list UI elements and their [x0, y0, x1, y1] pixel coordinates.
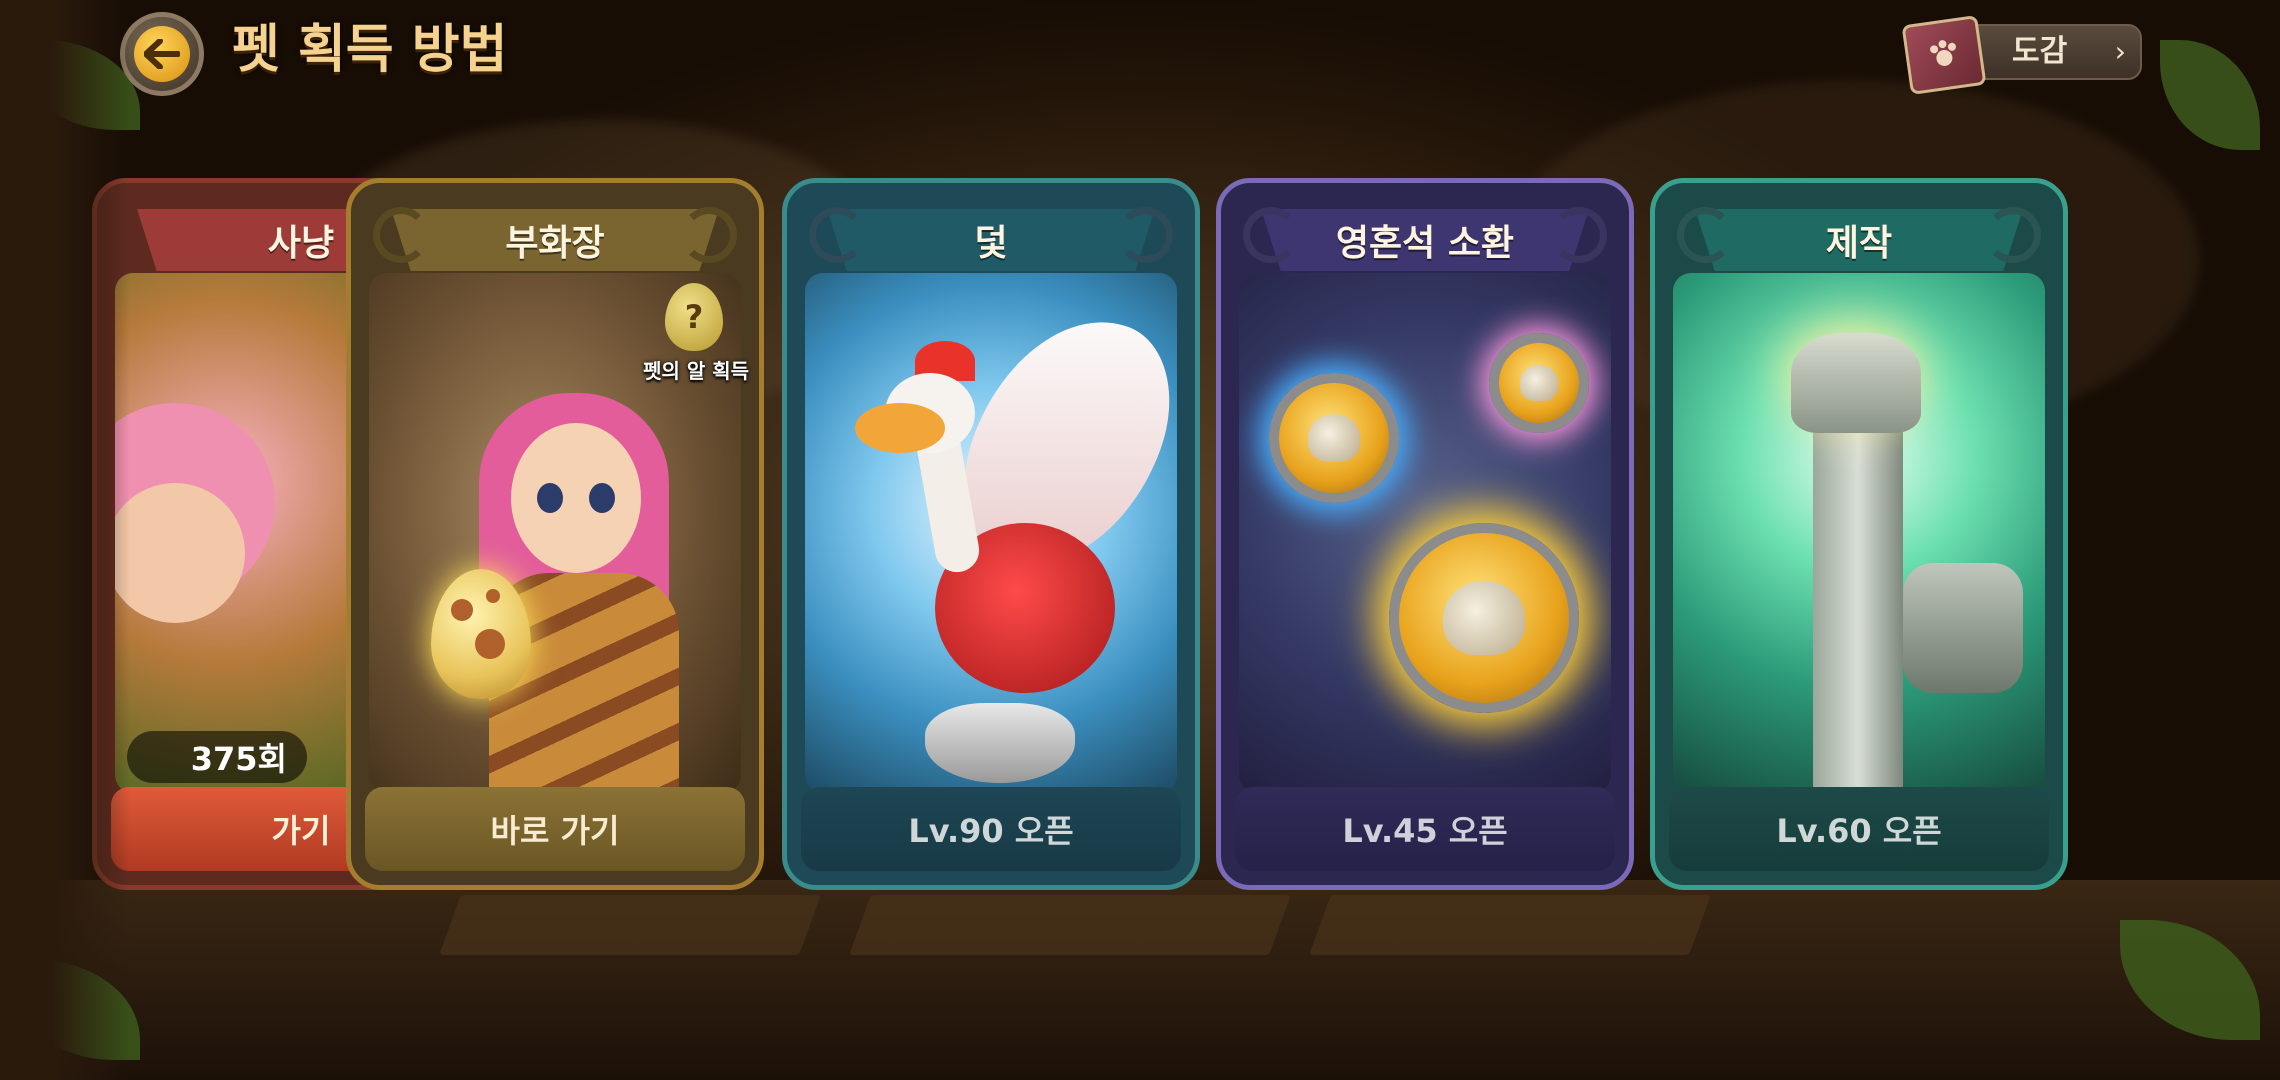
dino-emblem: [1307, 413, 1361, 463]
trap-art: [805, 273, 1177, 793]
card-title: 부화장: [505, 223, 605, 264]
floor-plank: [1309, 895, 1711, 955]
swirl-ornament-icon: [1985, 207, 2041, 263]
card-title: 사냥: [267, 223, 335, 264]
soulstone-coin: [1489, 333, 1589, 433]
card-title: 영혼석 소환: [1335, 223, 1515, 264]
swirl-ornament-icon: [1117, 207, 1173, 263]
dogam-label: 도감: [2012, 34, 2068, 69]
swirl-ornament-icon: [1243, 207, 1299, 263]
soulstone-art: [1239, 273, 1611, 793]
card-hatchery[interactable]: 부화장 ? 펫의 알 획득 바로 가기: [346, 178, 764, 890]
chevron-right-icon: ›: [2114, 35, 2126, 68]
statue-hand: [1791, 333, 1921, 433]
card-footer-button[interactable]: 바로 가기: [365, 787, 745, 871]
egg-shell: [925, 703, 1075, 783]
card-soulstone-summon[interactable]: 영혼석 소환 Lv.45 오픈: [1216, 178, 1634, 890]
card-banner: 부화장: [391, 209, 719, 271]
soulstone-coin: [1389, 523, 1579, 713]
card-footer-button[interactable]: Lv.90 오픈: [801, 787, 1181, 871]
hunt-count-badge: 375회: [127, 731, 307, 783]
floor-plank: [439, 895, 821, 955]
floor-plank: [849, 895, 1291, 955]
swirl-ornament-icon: [373, 207, 429, 263]
hatchery-art: [369, 273, 741, 793]
eye: [537, 483, 563, 513]
egg-spot: [486, 589, 500, 603]
card-title: 덫: [974, 223, 1008, 264]
card-title: 제작: [1825, 223, 1893, 264]
card-craft[interactable]: 제작 Lv.60 오픈: [1650, 178, 2068, 890]
card-banner: 영혼석 소환: [1261, 209, 1589, 271]
swirl-ornament-icon: [1677, 207, 1733, 263]
dogam-button[interactable]: 도감 ›: [1901, 15, 2142, 95]
card-footer-button[interactable]: Lv.60 오픈: [1669, 787, 2049, 871]
craft-art: [1673, 273, 2045, 793]
character-face: [511, 423, 641, 573]
card-banner: 덫: [827, 209, 1155, 271]
card-trap[interactable]: 덫 Lv.90 오픈: [782, 178, 1200, 890]
swirl-ornament-icon: [1551, 207, 1607, 263]
card-banner: 제작: [1695, 209, 2023, 271]
scroll-fade-overlay: [0, 0, 130, 1080]
jungle-leaf: [2160, 40, 2260, 150]
statue-arm: [1813, 383, 1903, 793]
eye: [589, 483, 615, 513]
soulstone-coin: [1269, 373, 1399, 503]
dino-emblem: [1519, 365, 1559, 401]
swirl-ornament-icon: [809, 207, 865, 263]
egg-badge-label: 펫의 알 획득: [643, 359, 749, 383]
egg-spot: [475, 629, 505, 659]
bird-beak: [855, 403, 945, 453]
back-button[interactable]: [120, 12, 204, 96]
dino-emblem: [1443, 580, 1525, 656]
back-arrow-icon: [134, 26, 190, 82]
swirl-ornament-icon: [681, 207, 737, 263]
page-title: 펫 획득 방법: [232, 20, 508, 80]
character-face: [115, 483, 245, 623]
egg-spot: [451, 599, 473, 621]
book-icon: [1901, 15, 1987, 95]
card-footer-button[interactable]: Lv.45 오픈: [1235, 787, 1615, 871]
statue-fist: [1903, 563, 2023, 693]
